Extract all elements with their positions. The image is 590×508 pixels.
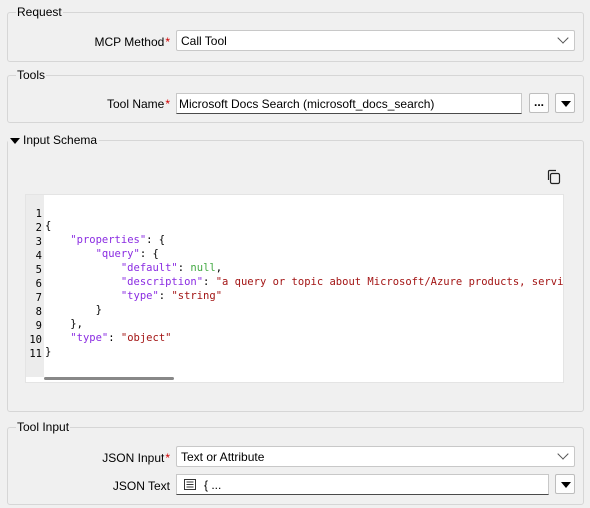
text-lines-icon <box>184 479 196 490</box>
tool-input-legend: Tool Input <box>16 420 71 434</box>
json-text-value: { ... <box>204 478 222 492</box>
code-line: 9 "type": "object" <box>35 320 172 344</box>
triangle-down-icon <box>10 137 20 144</box>
json-text-menu-button[interactable] <box>555 474 575 494</box>
tool-name-menu-button[interactable] <box>555 93 575 113</box>
code-line: 7 } <box>35 292 102 316</box>
triangle-down-icon <box>561 482 571 488</box>
code-line: 4 "default": null, <box>35 250 223 274</box>
tool-name-label: Tool Name* <box>106 97 170 111</box>
mcp-method-select[interactable]: Call Tool <box>176 30 575 51</box>
code-line: 10 } <box>29 334 52 358</box>
mcp-method-label: MCP Method* <box>94 35 170 49</box>
json-input-select[interactable]: Text or Attribute <box>176 446 575 467</box>
tool-name-field[interactable]: Microsoft Docs Search (microsoft_docs_se… <box>176 93 522 114</box>
code-line: 3 "query": { <box>35 236 159 260</box>
collapse-toggle[interactable]: Input Schema <box>8 133 100 147</box>
code-line: 1 { <box>35 208 52 232</box>
mcp-method-value: Call Tool <box>181 34 227 48</box>
triangle-down-icon <box>561 101 571 107</box>
required-asterisk: * <box>165 451 170 465</box>
code-line: 5 "description": "a query or topic about… <box>35 264 564 288</box>
required-asterisk: * <box>165 97 170 111</box>
code-line: 2 "properties": { <box>35 222 166 246</box>
json-input-label: JSON Input* <box>102 451 170 465</box>
copy-icon[interactable] <box>546 169 562 185</box>
input-schema-legend: Input Schema <box>23 133 98 147</box>
tool-name-value: Microsoft Docs Search (microsoft_docs_se… <box>179 97 435 111</box>
chevron-down-icon <box>557 448 569 460</box>
json-input-value: Text or Attribute <box>181 450 265 464</box>
browse-button[interactable]: ... <box>529 93 549 113</box>
required-asterisk: * <box>165 35 170 49</box>
tools-legend: Tools <box>16 68 47 82</box>
code-line: 6 "type": "string" <box>35 278 223 302</box>
json-schema-editor[interactable]: 1 { 2 "properties": { 3 "query": { 4 "de… <box>25 194 564 383</box>
chevron-down-icon <box>557 32 569 44</box>
scrollbar-thumb[interactable] <box>44 377 174 380</box>
code-line: 8 }, <box>35 306 83 330</box>
json-text-label: JSON Text <box>112 479 170 493</box>
json-text-field[interactable]: { ... <box>176 474 549 495</box>
request-legend: Request <box>16 5 63 19</box>
code-line: 11 <box>29 348 42 360</box>
